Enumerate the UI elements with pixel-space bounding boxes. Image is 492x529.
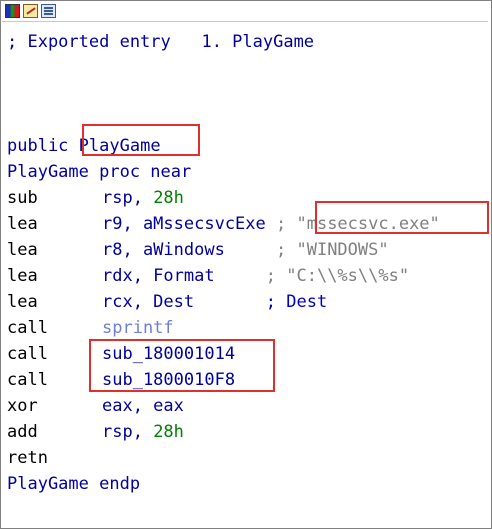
instruction-row[interactable]: lea r8, aWindows ; "WINDOWS" [7, 237, 389, 263]
instruction-row[interactable]: lea r9, aMssecsvcExe ; "mssecsvc.exe" [7, 211, 440, 237]
highlight-box-subroutines [89, 339, 275, 392]
instruction-row[interactable]: call sprintf [7, 315, 174, 341]
instruction-row[interactable]: call sub_180001014 [7, 341, 235, 367]
mnemonic: lea [7, 292, 38, 312]
operand: rdx, Format [102, 266, 215, 286]
operand: rcx, Dest [102, 292, 195, 312]
immediate-value: 28h [153, 422, 184, 442]
operand: rsp, [102, 188, 154, 208]
operand: eax, eax [102, 396, 184, 416]
mnemonic: call [7, 318, 48, 338]
instruction-row[interactable]: lea rcx, Dest ; Dest [7, 289, 327, 315]
mnemonic: sub [7, 188, 38, 208]
mnemonic: retn [7, 448, 48, 468]
comment-separator: ; [265, 214, 297, 234]
comment-separator: ; [214, 266, 287, 286]
mnemonic: add [7, 422, 38, 442]
operand: rsp, [102, 422, 154, 442]
operand: r8, aWindows [102, 240, 225, 260]
comment-separator: ; [224, 240, 297, 260]
proc-declaration: PlayGame proc near [7, 162, 192, 182]
instruction-row[interactable]: sub rsp, 28h [7, 185, 184, 211]
mnemonic: lea [7, 240, 38, 260]
mnemonic: lea [7, 266, 38, 286]
immediate-value: 28h [153, 188, 184, 208]
comment-text: Dest [286, 292, 328, 312]
export-comment: ; Exported entry 1. PlayGame [7, 32, 315, 52]
highlight-box-mssecsvc [315, 201, 489, 234]
string-comment: "WINDOWS" [296, 240, 389, 260]
instruction-row[interactable]: lea rdx, Format ; "C:\\%s\\%s" [7, 263, 409, 289]
graph-view-icon[interactable] [5, 4, 20, 18]
hex-view-icon[interactable] [41, 4, 56, 18]
mnemonic: call [7, 344, 48, 364]
instruction-row[interactable]: add rsp, 28h [7, 419, 184, 445]
ida-disassembly-window: ; Exported entry 1. PlayGame public Play… [0, 0, 492, 529]
operand: r9, aMssecsvcExe [102, 214, 266, 234]
comment-separator: ; [194, 292, 287, 312]
endp-declaration: PlayGame endp [7, 474, 141, 494]
mnemonic: lea [7, 214, 38, 234]
edit-icon[interactable] [23, 4, 38, 18]
view-toolbar [2, 2, 488, 22]
instruction-row[interactable]: call sub_1800010F8 [7, 367, 235, 393]
mnemonic: call [7, 370, 48, 390]
mnemonic: xor [7, 396, 38, 416]
string-comment: "C:\\%s\\%s" [286, 266, 410, 286]
public-keyword: public [7, 136, 69, 156]
imported-function-sprintf[interactable]: sprintf [102, 318, 174, 338]
instruction-row[interactable]: xor eax, eax [7, 393, 184, 419]
highlight-box-playgame [82, 124, 200, 156]
instruction-row[interactable]: retn [7, 445, 48, 471]
